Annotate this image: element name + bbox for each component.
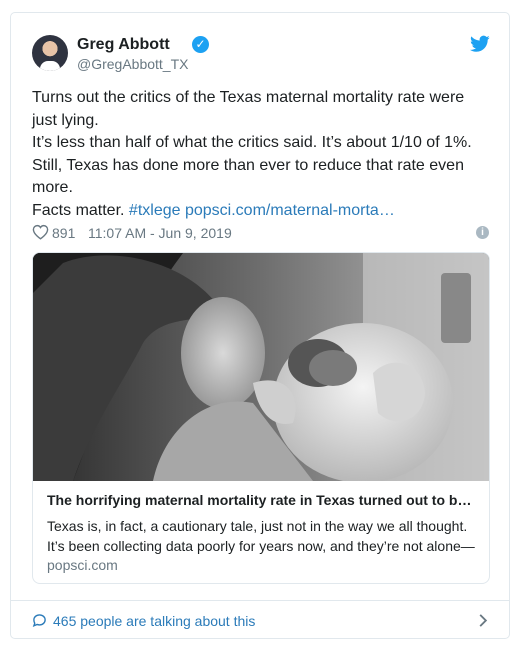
author-handle[interactable]: @GregAbbott_TX — [77, 56, 189, 72]
tweet-text: Turns out the critics of the Texas mater… — [32, 87, 492, 222]
talking-count-link[interactable]: 465 people are talking about this — [53, 613, 255, 629]
author-name[interactable]: Greg Abbott — [77, 36, 170, 54]
chevron-right-icon[interactable] — [478, 613, 488, 628]
article-photo[interactable] — [33, 253, 490, 481]
tweet-line-2: It’s less than half of what the critics … — [32, 134, 472, 151]
tweet-meta: 891 11:07 AM - Jun 9, 2019 i — [32, 223, 492, 243]
link-preview-card[interactable]: The horrifying maternal mortality rate i… — [32, 252, 490, 584]
hashtag-link[interactable]: #txlege — [129, 202, 181, 219]
timestamp[interactable]: 11:07 AM - Jun 9, 2019 — [88, 225, 232, 241]
tweet-footer[interactable]: 465 people are talking about this — [11, 600, 509, 639]
info-icon[interactable]: i — [476, 226, 489, 239]
tweet-card: Greg Abbott ✓ @GregAbbott_TX Turns out t… — [10, 12, 510, 639]
link-card-title[interactable]: The horrifying maternal mortality rate i… — [47, 492, 477, 508]
like-count[interactable]: 891 — [52, 225, 75, 241]
url-link[interactable]: popsci.com/maternal-morta… — [185, 202, 395, 219]
twitter-bird-icon[interactable] — [470, 35, 490, 53]
tweet-line-1: Turns out the critics of the Texas mater… — [32, 89, 465, 129]
tweet-header: Greg Abbott ✓ @GregAbbott_TX — [32, 32, 492, 74]
tweet-line-3: Still, Texas has done more than ever to … — [32, 156, 464, 197]
verified-badge-icon: ✓ — [192, 36, 209, 53]
link-card-domain: popsci.com — [47, 557, 118, 573]
tweet-line-4: Facts matter. #txlege popsci.com/materna… — [32, 200, 492, 223]
avatar[interactable] — [32, 35, 68, 71]
speech-bubble-icon — [32, 614, 46, 628]
link-card-description: Texas is, in fact, a cautionary tale, ju… — [47, 518, 475, 554]
tweet-line-4-text: Facts matter. — [32, 201, 125, 219]
heart-icon[interactable] — [32, 224, 49, 240]
